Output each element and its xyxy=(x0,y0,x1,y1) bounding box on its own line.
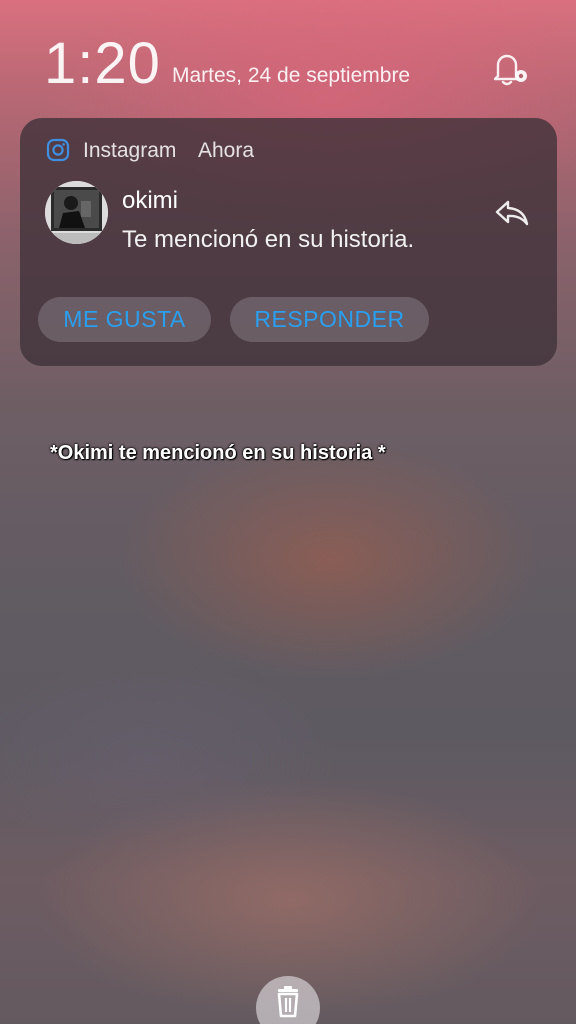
like-button[interactable]: ME GUSTA xyxy=(38,297,211,342)
trash-icon xyxy=(277,986,299,1018)
sender-avatar xyxy=(45,181,108,244)
lockscreen-clock: 1:20 xyxy=(44,31,161,96)
reply-button[interactable]: RESPONDER xyxy=(230,297,429,342)
bell-settings-icon[interactable] xyxy=(490,52,530,88)
notification-time: Ahora xyxy=(198,139,255,162)
clear-notifications-button[interactable] xyxy=(256,976,320,1024)
notification-sender: okimi xyxy=(122,187,179,214)
overlay-caption: *Okimi te mencionó en su historia * xyxy=(50,442,386,464)
instagram-notification-card[interactable]: Instagram Ahora okimi Te mencionó en su … xyxy=(20,118,557,366)
notification-message: Te mencionó en su historia. xyxy=(122,226,415,253)
notification-app-name: Instagram xyxy=(83,139,177,162)
instagram-icon xyxy=(46,138,70,162)
lockscreen-date: Martes, 24 de septiembre xyxy=(172,64,411,87)
reply-arrow-icon[interactable] xyxy=(493,196,531,230)
